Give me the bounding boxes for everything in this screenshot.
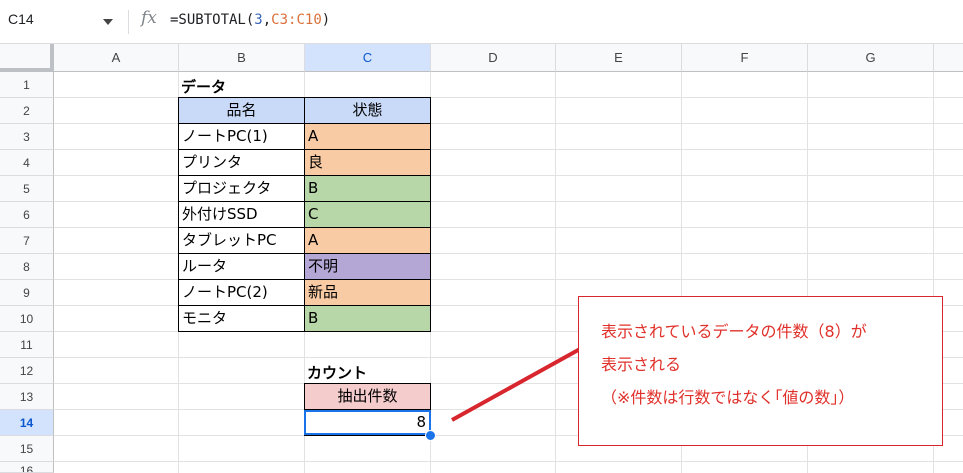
arrow-line — [451, 347, 581, 422]
callout-line-3: （※件数は行数ではなく｢値の数｣） — [601, 388, 855, 407]
callout-line-1: 表示されているデータの件数（8）が — [601, 322, 867, 341]
callout-line-2: 表示される — [601, 355, 682, 374]
annotation-callout: 表示されているデータの件数（8）が 表示される （※件数は行数ではなく｢値の数｣… — [578, 296, 943, 446]
